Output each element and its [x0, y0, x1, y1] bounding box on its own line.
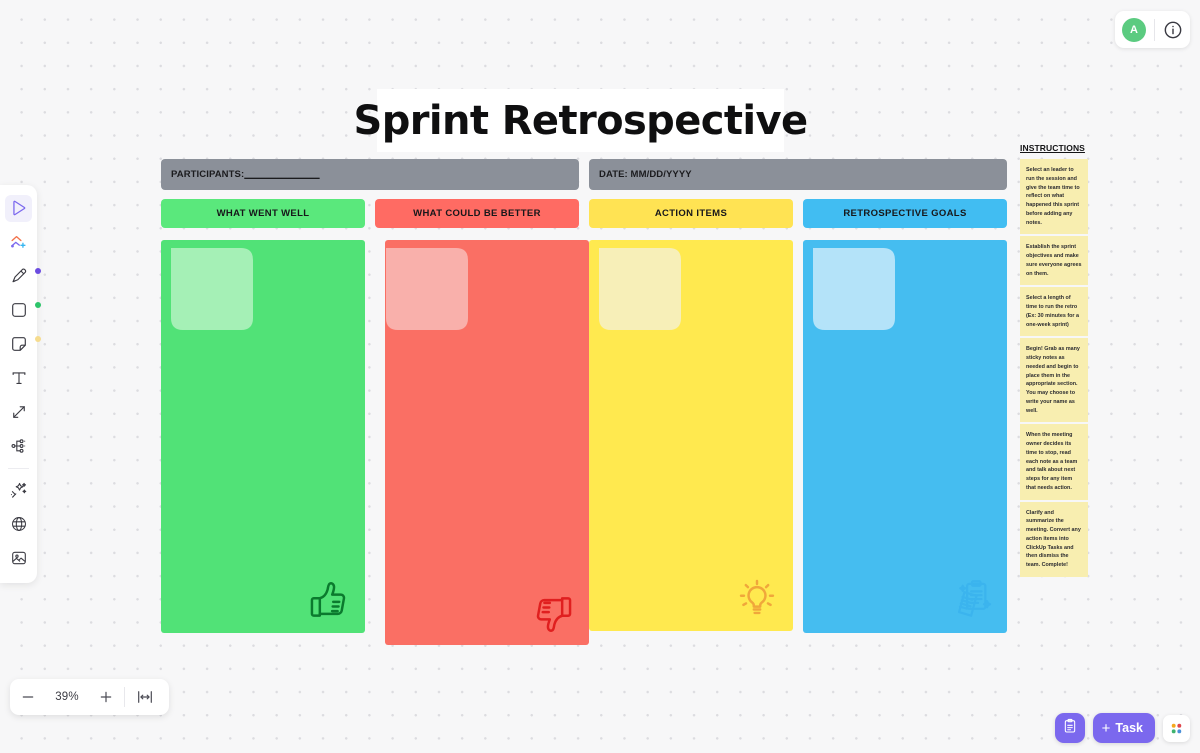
- top-user-bar: A: [1115, 11, 1190, 48]
- thumbs-down-icon: [536, 597, 572, 632]
- image-tool[interactable]: [5, 545, 32, 572]
- double-arrow-tool[interactable]: [5, 399, 32, 426]
- zoom-in-button[interactable]: [88, 679, 124, 715]
- fit-to-screen-icon[interactable]: [125, 679, 165, 715]
- column-header-label: WHAT COULD BE BETTER: [413, 208, 541, 219]
- instruction-note[interactable]: When the meeting owner decides its time …: [1020, 424, 1088, 500]
- clipboard-icon: [1062, 718, 1078, 739]
- column-body-action-items[interactable]: [589, 240, 793, 631]
- instructions-title: INSTRUCTIONS: [1020, 143, 1085, 153]
- zoom-level-value[interactable]: 39%: [46, 691, 88, 703]
- participants-blank: ______________: [244, 169, 320, 180]
- participants-label: PARTICIPANTS:: [171, 169, 245, 180]
- notes-clipboard-icon: [957, 580, 992, 617]
- date-label: DATE: MM/DD/YYYY: [599, 169, 692, 180]
- sticky-note-tool[interactable]: [5, 331, 41, 358]
- info-circle-icon[interactable]: [1163, 20, 1183, 40]
- connector-tool[interactable]: [5, 229, 32, 256]
- pen-tool[interactable]: [5, 263, 41, 290]
- thumbs-up-icon: [310, 582, 346, 617]
- column-body-what-could-be-better[interactable]: [385, 240, 589, 645]
- lightbulb-icon: [739, 579, 775, 615]
- participants-field[interactable]: PARTICIPANTS: ______________: [161, 159, 579, 190]
- mindmap-tool[interactable]: [5, 433, 32, 460]
- column-header-action-items[interactable]: ACTION ITEMS: [589, 199, 793, 228]
- add-task-button[interactable]: + Task: [1092, 713, 1155, 743]
- apps-grid-button[interactable]: [1163, 714, 1190, 742]
- zoom-toolbar: 39%: [10, 679, 169, 715]
- instruction-note[interactable]: Clarify and summarize the meeting. Conve…: [1020, 501, 1088, 577]
- instruction-note[interactable]: Begin! Grab as many sticky notes as need…: [1020, 338, 1088, 423]
- column-body-retrospective-goals[interactable]: [803, 240, 1007, 633]
- whiteboard-canvas[interactable]: Sprint Retrospective PARTICIPANTS: ______…: [0, 0, 1200, 753]
- apps-grid-icon: [1171, 723, 1182, 733]
- avatar[interactable]: A: [1122, 17, 1146, 42]
- sticky-note[interactable]: [171, 248, 253, 330]
- bottom-action-bar: + Task: [1054, 713, 1190, 743]
- page-title: Sprint Retrospective: [353, 97, 809, 144]
- sticky-color-dot[interactable]: [35, 335, 41, 342]
- clipboard-button[interactable]: [1054, 713, 1085, 743]
- shape-tool[interactable]: [5, 297, 41, 324]
- select-tool[interactable]: [5, 194, 32, 222]
- column-header-label: WHAT WENT WELL: [216, 208, 310, 219]
- column-header-label: RETROSPECTIVE GOALS: [843, 208, 967, 219]
- instruction-note[interactable]: Select a length of time to run the retro…: [1020, 287, 1088, 337]
- column-header-what-could-be-better[interactable]: WHAT COULD BE BETTER: [375, 199, 579, 228]
- instruction-note[interactable]: Establish the sprint objectives and make…: [1020, 236, 1088, 286]
- sticky-note[interactable]: [599, 248, 681, 330]
- plus-icon: +: [1101, 719, 1111, 737]
- shape-color-dot[interactable]: [35, 301, 41, 308]
- instruction-note[interactable]: Select an leader to run the session and …: [1020, 159, 1088, 235]
- column-header-label: ACTION ITEMS: [654, 208, 728, 219]
- pen-color-dot[interactable]: [35, 267, 41, 274]
- add-task-label: Task: [1115, 721, 1143, 735]
- sticky-note[interactable]: [813, 248, 895, 330]
- globe-tool[interactable]: [5, 511, 32, 538]
- instructions-panel: INSTRUCTIONS Select an leader to run the…: [1020, 143, 1090, 579]
- text-tool[interactable]: [5, 365, 32, 392]
- divider: [1154, 18, 1155, 41]
- toolbar-divider: [8, 468, 29, 469]
- column-header-retrospective-goals[interactable]: RETROSPECTIVE GOALS: [803, 199, 1007, 228]
- left-toolbar: [0, 185, 41, 583]
- column-header-what-went-well[interactable]: WHAT WENT WELL: [161, 199, 365, 228]
- date-field[interactable]: DATE: MM/DD/YYYY: [589, 159, 1007, 190]
- sticky-note[interactable]: [386, 248, 468, 330]
- magic-wand-tool[interactable]: [5, 477, 32, 504]
- column-body-what-went-well[interactable]: [161, 240, 365, 633]
- zoom-out-button[interactable]: [10, 679, 46, 715]
